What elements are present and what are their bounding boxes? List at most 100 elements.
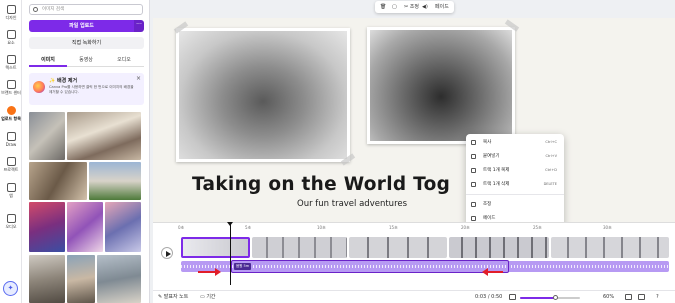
volume-icon[interactable]: ◀) xyxy=(422,1,428,13)
copy-icon[interactable]: ▢ xyxy=(392,1,397,13)
screen-icon[interactable] xyxy=(509,294,516,300)
timeline-ruler: 0초 5초 10초 15초 20초 25초 30초 xyxy=(178,223,675,233)
duration-button[interactable]: ▭ 기간 xyxy=(200,291,216,303)
rail-label: 디자인 xyxy=(5,15,17,20)
upload-thumbnail[interactable] xyxy=(29,202,65,252)
tab-audio[interactable]: 오디오 xyxy=(105,55,143,67)
upload-thumbnail[interactable] xyxy=(29,112,65,160)
rail-item-text[interactable]: 텍스트 xyxy=(0,55,22,71)
rail-item-elements[interactable]: 요소 xyxy=(0,30,22,46)
menu-item-copy[interactable]: 복사 Ctrl+C xyxy=(466,137,564,148)
left-rail: 디자인 요소 텍스트 브랜드 센터 업로드 항목 Draw 프로젝트 앱 오디오… xyxy=(0,0,22,303)
upload-file-button[interactable]: 파일 업로드 xyxy=(29,20,134,32)
upload-thumbnail[interactable] xyxy=(97,255,141,303)
notes-button[interactable]: ✎ 발표자 노트 xyxy=(158,291,188,303)
upload-thumbnail[interactable] xyxy=(105,202,141,252)
layout-icon xyxy=(6,5,16,14)
upload-thumbnail[interactable] xyxy=(67,202,103,252)
search-placeholder: 이미지 검색 xyxy=(42,7,65,12)
upload-thumbnail[interactable] xyxy=(67,255,95,303)
zoom-fill xyxy=(520,297,556,299)
upload-thumbnail[interactable] xyxy=(89,162,141,200)
rail-label: 업로드 항목 xyxy=(1,116,21,121)
uploads-panel: 이미지 검색 파일 업로드 ··· 직접 녹화하기 이미지 동영상 오디오 ✨ … xyxy=(22,0,169,303)
magic-help-button[interactable]: ✦ xyxy=(3,281,18,296)
play-button[interactable] xyxy=(161,247,173,259)
canva-pro-icon xyxy=(33,81,45,93)
timeline-clip[interactable] xyxy=(551,237,669,258)
background-remover-promo: ✨ 배경 제거 Canva Pro를 사용하면 클릭 한 번으로 이미지의 배경… xyxy=(29,73,144,105)
search-input[interactable]: 이미지 검색 xyxy=(29,4,143,15)
rail-label: 텍스트 xyxy=(5,65,17,70)
media-tabs: 이미지 동영상 오디오 xyxy=(29,55,144,67)
help-icon[interactable]: ? xyxy=(656,291,659,303)
video-track xyxy=(181,237,669,258)
ruler-tick: 30초 xyxy=(603,225,612,230)
timeline: 0초 5초 10초 15초 20초 25초 30초 음원 5m xyxy=(153,222,675,290)
rail-item-uploads[interactable]: 업로드 항목 xyxy=(0,106,22,122)
rail-label: 브랜드 센터 xyxy=(1,90,21,95)
promo-title: ✨ 배경 제거 xyxy=(49,78,78,84)
slide-subheadline[interactable]: Our fun travel adventures xyxy=(297,199,407,209)
menu-item-duplicate-track[interactable]: 트랙 1개 복제 Ctrl+D xyxy=(466,165,564,176)
rail-label: 프로젝트 xyxy=(3,167,19,172)
upload-thumbnail[interactable] xyxy=(29,255,65,303)
audio-selection[interactable] xyxy=(231,260,509,273)
rail-item-apps[interactable]: 앱 xyxy=(0,183,22,199)
friends-photo-bw xyxy=(370,30,512,141)
zoom-slider[interactable] xyxy=(520,295,580,300)
record-yourself-button[interactable]: 직접 녹화하기 xyxy=(29,37,144,49)
timeline-clip[interactable] xyxy=(252,237,347,258)
fade-icon xyxy=(471,216,476,221)
folder-icon xyxy=(6,157,16,166)
duplicate-icon xyxy=(471,168,476,173)
ruler-tick: 25초 xyxy=(533,225,542,230)
menu-item-delete-track[interactable]: 트랙 1개 삭제 DELETE xyxy=(466,179,564,190)
playhead[interactable] xyxy=(227,222,233,285)
rail-item-design[interactable]: 디자인 xyxy=(0,5,22,21)
photo-frame-left[interactable] xyxy=(176,28,350,162)
upload-thumbnail[interactable] xyxy=(29,162,87,200)
slide-headline[interactable]: Taking on the World Tog xyxy=(192,174,450,195)
element-toolbar: 🗑 ▢ ✂ 조정 ◀) 페이드 xyxy=(375,1,454,13)
rail-label: 앱 xyxy=(9,193,13,198)
upload-image-grid xyxy=(29,112,144,303)
adjust-button[interactable]: ✂ 조정 xyxy=(404,1,419,13)
friends-photo-color xyxy=(179,31,347,159)
timeline-clip[interactable] xyxy=(349,237,447,258)
fade-button[interactable]: 페이드 xyxy=(435,1,449,13)
shapes-icon xyxy=(6,30,16,39)
ruler-tick: 5초 xyxy=(245,225,252,230)
trash-icon[interactable]: 🗑 xyxy=(380,1,386,13)
promo-description: Canva Pro를 사용하면 클릭 한 번으로 이미지의 배경을 제거할 수 … xyxy=(49,85,134,94)
grid-view-icon[interactable] xyxy=(625,294,632,300)
rail-item-audio[interactable]: 오디오 xyxy=(0,214,22,230)
tab-videos[interactable]: 동영상 xyxy=(67,55,105,67)
rail-label: 오디오 xyxy=(5,224,17,229)
sparkle-icon: ✦ xyxy=(7,284,14,292)
menu-item-adjust[interactable]: 조정 xyxy=(466,199,564,210)
rail-label: Draw xyxy=(5,142,17,147)
photo-frame-right[interactable] xyxy=(367,27,515,144)
ruler-tick: 10초 xyxy=(317,225,326,230)
search-icon xyxy=(33,7,38,12)
upload-more-button[interactable]: ··· xyxy=(134,20,144,32)
timeline-clip[interactable] xyxy=(449,237,549,258)
rail-item-brand[interactable]: 브랜드 센터 xyxy=(0,80,22,96)
brand-icon xyxy=(6,80,16,89)
upload-icon xyxy=(6,106,16,115)
bottom-bar: ✎ 발표자 노트 ▭ 기간 0:03 / 0:50 60% ? xyxy=(153,290,675,303)
menu-item-paste[interactable]: 붙여넣기 Ctrl+V xyxy=(466,151,564,162)
upload-thumbnail[interactable] xyxy=(67,112,141,160)
time-readout: 0:03 / 0:50 xyxy=(475,294,503,300)
zoom-level: 60% xyxy=(603,294,615,300)
timeline-clip[interactable] xyxy=(181,237,250,258)
ruler-tick: 20초 xyxy=(461,225,470,230)
close-icon[interactable]: × xyxy=(136,75,141,82)
fullscreen-icon[interactable] xyxy=(638,294,645,300)
rail-item-projects[interactable]: 프로젝트 xyxy=(0,157,22,173)
menu-divider xyxy=(466,194,564,195)
zoom-knob[interactable] xyxy=(553,295,558,300)
tab-images[interactable]: 이미지 xyxy=(29,55,67,67)
rail-item-draw[interactable]: Draw xyxy=(0,132,22,147)
